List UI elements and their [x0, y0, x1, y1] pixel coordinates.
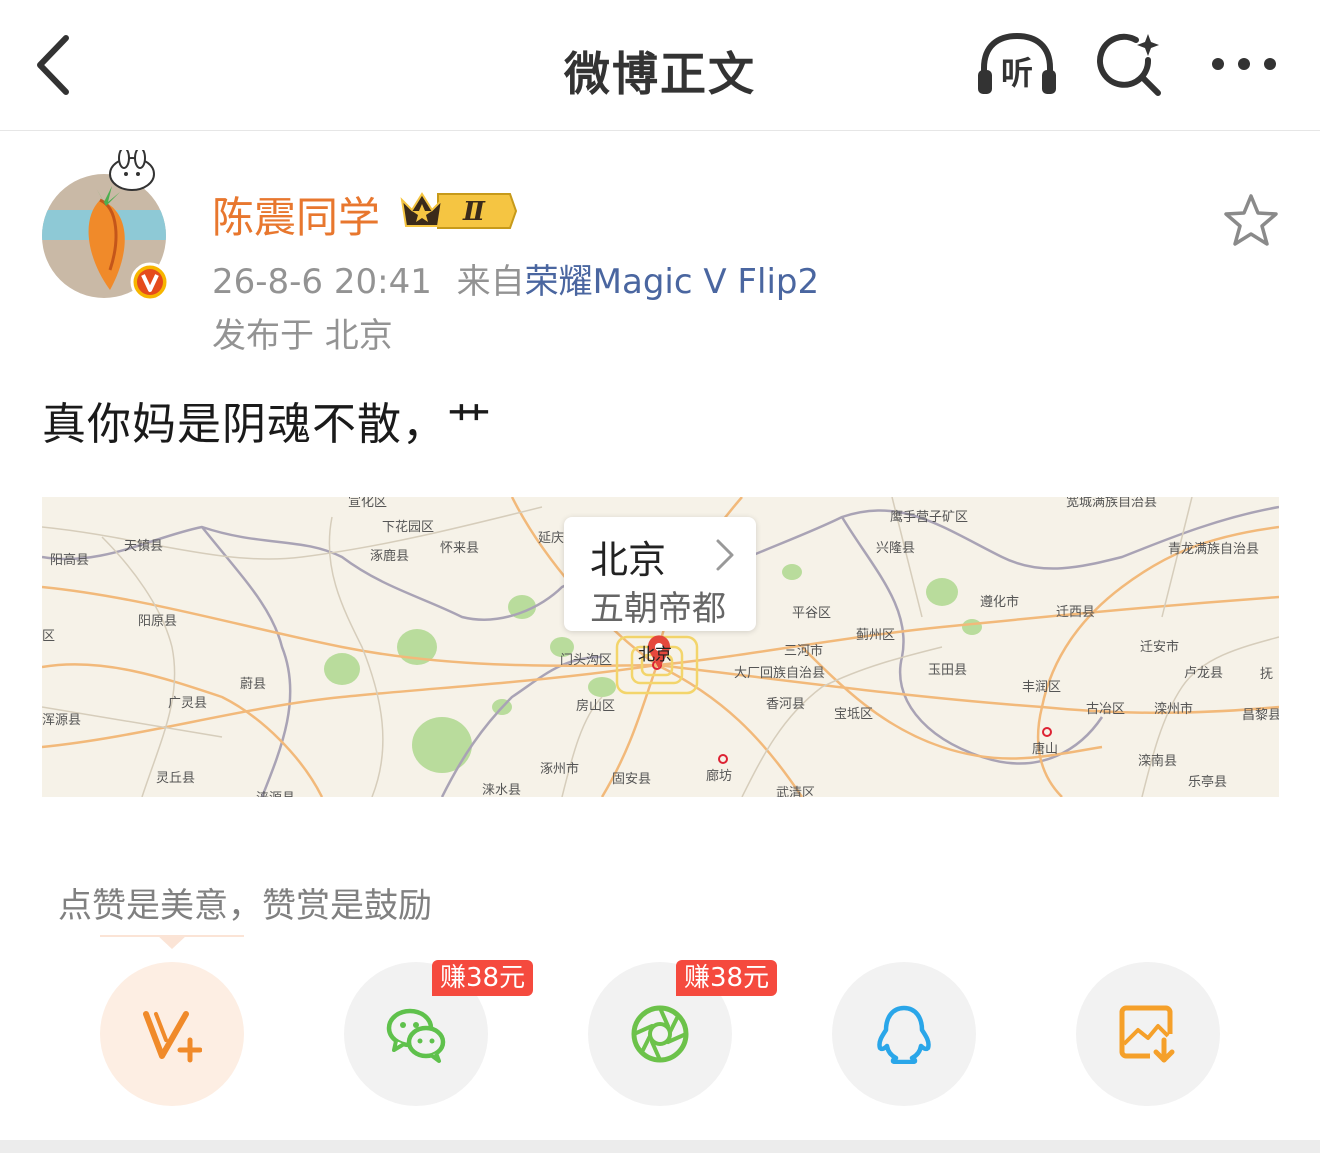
- favorite-star-icon[interactable]: [1220, 190, 1282, 252]
- moments-aperture-icon: [631, 1005, 689, 1063]
- listen-label: 听: [1001, 54, 1033, 92]
- map-label: 武清区: [776, 786, 816, 797]
- map-label: 迁西县: [1056, 605, 1096, 620]
- map-label: 阳高县: [50, 553, 90, 568]
- member-crown-badge[interactable]: Ⅱ: [398, 186, 518, 236]
- map-label: 宽城满族自治县: [1066, 497, 1158, 510]
- post-location: 发布于 北京: [212, 316, 393, 356]
- map-label: 宝坻区: [834, 707, 874, 722]
- save-image-icon: [1119, 1005, 1175, 1063]
- weibo-vip-share-button[interactable]: [100, 962, 244, 1106]
- map-label: 阳原县: [138, 614, 178, 629]
- map-label: 卢龙县: [1184, 666, 1224, 681]
- map-label: 涞源县: [256, 787, 295, 797]
- map-label: 青龙满族自治县: [1168, 542, 1260, 557]
- chevron-right-icon: [714, 537, 736, 573]
- map-label: 浑源县: [42, 713, 82, 728]
- post-text: 真你妈是阴魂不散，艹: [42, 399, 492, 450]
- map-label: 天镇县: [124, 539, 164, 554]
- map-label: 涿州市: [540, 762, 580, 777]
- map-label: 大厂回族自治县: [734, 666, 826, 681]
- earn-badge: 赚38元: [432, 960, 534, 996]
- search-icon[interactable]: [1096, 30, 1166, 100]
- post-time: 26-8-6 20:41: [212, 262, 432, 302]
- map-label: 下花园区: [382, 520, 435, 535]
- map-label: 房山区: [576, 699, 616, 714]
- listen-headphones-icon[interactable]: 听: [974, 30, 1060, 100]
- location-bubble[interactable]: 北京 五朝帝都: [564, 517, 756, 631]
- map-label: 迁安市: [1140, 640, 1180, 655]
- member-level: Ⅱ: [462, 197, 486, 227]
- map-label: 兴隆县: [876, 541, 916, 556]
- map-label: 乐亭县: [1188, 775, 1228, 790]
- map-label: 滦州市: [1154, 702, 1194, 717]
- map-label: 鹰手营子矿区: [890, 510, 969, 525]
- save-image-button[interactable]: [1076, 962, 1220, 1106]
- map-label: 门头沟区: [560, 653, 613, 668]
- qq-share-button[interactable]: [832, 962, 976, 1106]
- author-name[interactable]: 陈震同学: [212, 184, 380, 245]
- map-label: 怀来县: [440, 541, 480, 556]
- map-label: 滦南县: [1138, 754, 1178, 769]
- map-label: 涞水县: [482, 783, 522, 797]
- map-label: 玉田县: [928, 663, 968, 678]
- map-label: 宣化区: [348, 497, 388, 510]
- map-label: 蓟州区: [856, 628, 896, 643]
- top-nav-bar: 微博正文 听: [0, 0, 1320, 131]
- hint-pointer: [157, 935, 187, 949]
- post-meta: 26-8-6 20:41 来自荣耀Magic V Flip2: [212, 254, 819, 303]
- map-label: 香河县: [766, 697, 806, 712]
- map-label: 蔚县: [240, 677, 267, 692]
- post-source-device[interactable]: 荣耀Magic V Flip2: [525, 262, 819, 302]
- map-label: 昌黎县: [1242, 708, 1279, 723]
- map-label: 唐山: [1032, 742, 1059, 757]
- map-label: 涿鹿县: [370, 549, 410, 564]
- map-label: 抚: [1260, 667, 1274, 682]
- wechat-icon: [386, 1008, 446, 1063]
- reward-hint: 点赞是美意，赞赏是鼓励: [58, 886, 432, 926]
- earn-badge: 赚38元: [676, 960, 778, 996]
- map-label: 遵化市: [980, 595, 1020, 610]
- location-description: 五朝帝都: [590, 589, 726, 629]
- location-map[interactable]: 宣化区 下花园区 怀来县 延庆区 鹰手营子矿区 宽城满族自治县 阳高县 天镇县 …: [42, 497, 1279, 797]
- map-label: 平谷区: [792, 606, 832, 621]
- map-label: 广灵县: [168, 696, 208, 711]
- map-label: 廊坊: [706, 769, 733, 784]
- map-label: 区: [42, 629, 56, 644]
- map-label: 固安县: [612, 772, 652, 787]
- map-label: 丰润区: [1022, 680, 1062, 695]
- more-options-icon[interactable]: [1206, 46, 1282, 82]
- map-label: 灵丘县: [156, 771, 196, 786]
- map-label: 三河市: [784, 644, 824, 659]
- map-pin-label: 北京: [638, 645, 672, 665]
- location-city: 北京: [590, 538, 667, 582]
- avatar[interactable]: [40, 147, 176, 302]
- qq-penguin-icon: [877, 1005, 931, 1064]
- map-label: 古冶区: [1086, 702, 1126, 717]
- bottom-divider: [0, 1140, 1320, 1153]
- vip-plus-icon: [143, 1011, 202, 1063]
- source-prefix: 来自: [456, 262, 525, 302]
